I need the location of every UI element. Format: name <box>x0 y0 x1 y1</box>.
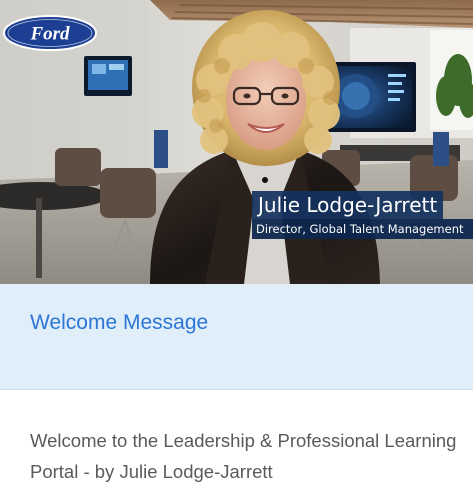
presenter-title: Director, Global Talent Management <box>252 219 473 239</box>
svg-text:Ford: Ford <box>29 24 70 45</box>
ford-logo: Ford <box>2 14 98 52</box>
presenter-caption: Julie Lodge-Jarrett Director, Global Tal… <box>252 191 473 239</box>
section-header: Welcome Message <box>0 284 473 390</box>
card-description: Welcome to the Leadership & Professional… <box>30 430 457 482</box>
card-body: Welcome to the Leadership & Professional… <box>0 390 473 503</box>
welcome-video-thumbnail[interactable]: Ford Julie Lodge-Jarrett Director, Globa… <box>0 0 473 284</box>
presenter-name: Julie Lodge-Jarrett <box>252 191 444 219</box>
welcome-message-link[interactable]: Welcome Message <box>30 311 208 335</box>
welcome-card: Ford Julie Lodge-Jarrett Director, Globa… <box>0 0 473 503</box>
